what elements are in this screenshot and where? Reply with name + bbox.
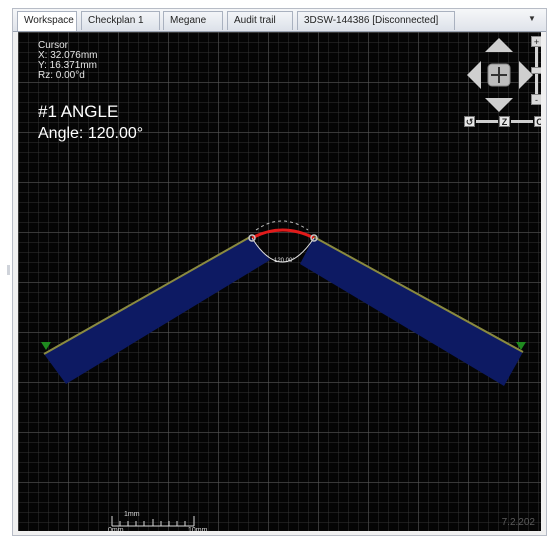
rotate-left-button[interactable]: ↺ bbox=[464, 116, 475, 127]
window-edge-handle[interactable] bbox=[7, 265, 10, 275]
scale-start-label: 0mm bbox=[108, 527, 124, 531]
pan-up-icon[interactable] bbox=[485, 38, 513, 52]
left-arm-shape bbox=[44, 237, 270, 384]
rotation-bar-left[interactable] bbox=[476, 120, 498, 123]
left-end-marker-icon bbox=[41, 342, 51, 350]
z-axis-button[interactable]: Z bbox=[499, 116, 510, 127]
angle-arc-highlight bbox=[251, 228, 315, 240]
zoom-slider-thumb[interactable] bbox=[531, 67, 541, 74]
tab-3dsw-device[interactable]: 3DSW-144386 [Disconnected] bbox=[297, 11, 455, 30]
tab-workspace[interactable]: Workspace bbox=[17, 11, 77, 31]
zoom-in-button[interactable]: + bbox=[531, 36, 541, 47]
tab-checkplan-1[interactable]: Checkplan 1 bbox=[81, 11, 160, 30]
right-arm-shape bbox=[300, 237, 523, 386]
scale-top-label: 1mm bbox=[124, 511, 140, 518]
rotation-controls: ↺ Z C bbox=[464, 116, 541, 128]
tab-bar: Workspace Checkplan 1 Megane Audit trail… bbox=[13, 9, 546, 32]
pan-right-icon[interactable] bbox=[519, 61, 533, 89]
rotation-bar-right[interactable] bbox=[511, 120, 533, 123]
pan-down-icon[interactable] bbox=[485, 98, 513, 112]
scale-end-label: 10mm bbox=[188, 527, 208, 531]
workspace-window: Workspace Checkplan 1 Megane Audit trail… bbox=[12, 8, 547, 536]
left-arm-edge bbox=[43, 236, 251, 355]
angle-arc-label: 120.00° bbox=[274, 258, 295, 264]
zoom-out-button[interactable]: - bbox=[531, 94, 541, 105]
version-label: 7.2.202 bbox=[501, 517, 535, 528]
rotate-right-button[interactable]: C bbox=[534, 116, 541, 127]
tab-list-dropdown-icon[interactable]: ▼ bbox=[526, 13, 538, 25]
tab-audit-trail[interactable]: Audit trail bbox=[227, 11, 293, 30]
scale-bar: 1mm 0mm 10mm bbox=[106, 511, 216, 531]
measurement-viewport[interactable]: Cursor X: 32.076mm Y: 16.371mm Rz: 0.00°… bbox=[18, 32, 541, 531]
pan-left-icon[interactable] bbox=[467, 61, 481, 89]
tab-megane[interactable]: Megane bbox=[163, 11, 223, 30]
